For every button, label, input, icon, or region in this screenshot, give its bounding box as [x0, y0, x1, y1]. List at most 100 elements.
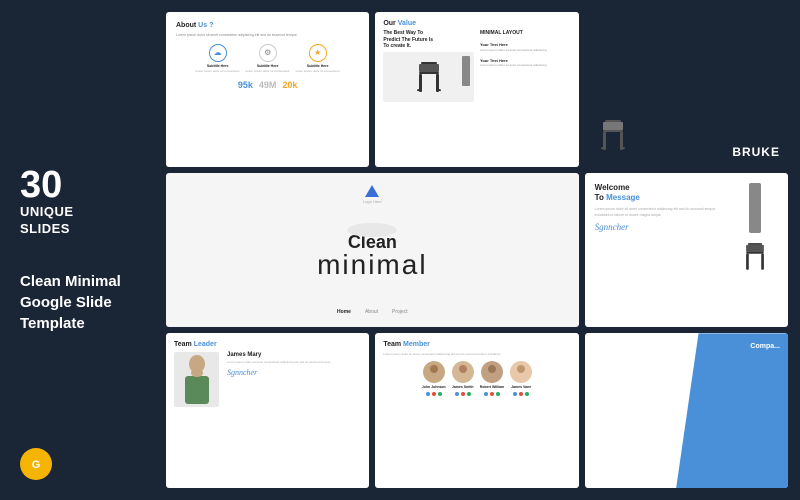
chair-image	[383, 52, 474, 102]
slide-count-block: 30 UNIQUE SLIDES	[20, 166, 145, 238]
member2-svg	[452, 361, 474, 383]
logo-here-text: Logo Here	[363, 199, 382, 204]
welcome-text-section: WelcomeTo Message Lorem ipsum dolor sit …	[595, 183, 727, 276]
about-title: About Us ?	[176, 22, 359, 29]
value-para-2: Lorem ipsum dolor sit amet consectetur a…	[480, 63, 547, 67]
minimal-label: MINIMAL LAYOUT	[480, 30, 571, 36]
slide-clean-minimal[interactable]: Logo Here Clean minimal Home About Proje…	[166, 173, 579, 328]
nav-about[interactable]: About	[365, 309, 378, 315]
icon-label-1: Subtitle Here	[207, 64, 229, 68]
slide-company[interactable]: Compa...	[585, 333, 788, 488]
welcome-title-highlight: Message	[606, 193, 640, 202]
google-g-logo: G	[27, 455, 45, 473]
team-leader-title: Team Leader	[174, 341, 361, 348]
member-name-2: James Smith	[452, 385, 474, 389]
clean-title-area: Clean minimal	[317, 233, 427, 279]
stat-3: 20k	[282, 80, 297, 90]
team-member-highlight: Member	[403, 341, 430, 348]
icon-desc-2: lorem ipsum dolor sit consectetur	[246, 70, 290, 74]
social-icon-fb2	[455, 392, 459, 396]
value-text-1: Your Text Here Lorem ipsum dolor sit ame…	[480, 42, 571, 52]
slide-about[interactable]: About Us ? Lorem ipsum dolor sit amet co…	[166, 12, 369, 167]
welcome-desc: Lorem ipsum dolor sit amet consectetur a…	[595, 207, 727, 218]
slide-welcome[interactable]: WelcomeTo Message Lorem ipsum dolor sit …	[585, 173, 788, 328]
template-title-text: Clean MinimalGoogle SlideTemplate	[20, 271, 145, 334]
welcome-content: WelcomeTo Message Lorem ipsum dolor sit …	[595, 183, 778, 276]
about-icon-2: ⚙ Subtitle Here lorem ipsum dolor sit co…	[246, 44, 290, 74]
google-slides-icon[interactable]: G	[20, 448, 52, 480]
social-icon-yt	[432, 392, 436, 396]
slide-label-line1: UNIQUE	[20, 204, 145, 221]
team-member-title: Team Member	[383, 341, 570, 348]
member-item-4: James Vane	[510, 361, 532, 396]
welcome-title: WelcomeTo Message	[595, 183, 727, 204]
welcome-chair-svg	[736, 236, 774, 276]
about-icons-row: ☁ Subtitle Here lorem ipsum dolor sit co…	[176, 44, 359, 74]
social-icon-wa2	[467, 392, 471, 396]
slide-number: 30	[20, 166, 145, 204]
about-icon-1: ☁ Subtitle Here lorem ipsum dolor sit co…	[196, 44, 240, 74]
value-para-1: Lorem ipsum dolor sit amet consectetur a…	[480, 48, 547, 52]
slide-label-line2: SLIDES	[20, 221, 145, 238]
left-panel: 30 UNIQUE SLIDES Clean MinimalGoogle Sli…	[0, 0, 160, 500]
clean-navigation: Home About Project	[337, 309, 408, 315]
social-icon-fb3	[484, 392, 488, 396]
minimal-word: minimal	[317, 251, 427, 279]
slide-team-leader[interactable]: Team Leader James Mary Lorem ipsum dolor…	[166, 333, 369, 488]
oval-decoration	[347, 223, 397, 237]
company-blue-strip	[676, 333, 788, 488]
member-name-3: Robert William	[480, 385, 504, 389]
leader-name: James Mary	[227, 352, 361, 358]
leader-info: James Mary Lorem ipsum dolor sit amet co…	[227, 352, 361, 377]
social-icon-fb4	[513, 392, 517, 396]
value-right-section: MINIMAL LAYOUT Your Text Here Lorem ipsu…	[480, 30, 571, 102]
team-member-desc: Lorem ipsum dolor sit amet consectetur a…	[383, 352, 570, 356]
main-page: 30 UNIQUE SLIDES Clean MinimalGoogle Sli…	[0, 0, 800, 500]
welcome-chair-section	[733, 183, 778, 276]
about-subtitle: Lorem ipsum dolor sit amet consectetur a…	[176, 33, 359, 38]
social-icon-yt3	[490, 392, 494, 396]
bruke-brand-name: BRUKE	[732, 145, 780, 159]
value-image-section: The Best Way ToPredict The Future IsTo c…	[383, 30, 474, 102]
value-bold-1: Your Text Here	[480, 42, 508, 47]
member-item-2: James Smith	[452, 361, 474, 396]
icon-desc-3: lorem ipsum dolor sit consectetur	[296, 70, 340, 74]
member-name-1: John Johnson	[422, 385, 446, 389]
slide-team-member[interactable]: Team Member Lorem ipsum dolor sit amet c…	[375, 333, 578, 488]
team-leader-highlight: Leader	[194, 341, 217, 348]
member-item-3: Robert William	[480, 361, 504, 396]
icon-label-2: Subtitle Here	[257, 64, 279, 68]
member-name-4: James Vane	[511, 385, 531, 389]
social-icon-yt2	[461, 392, 465, 396]
social-icon-wa4	[525, 392, 529, 396]
members-row: John Johnson James	[383, 361, 570, 396]
member-social-2	[455, 392, 471, 396]
value-vase	[462, 56, 470, 86]
value-title-highlight: Value	[398, 20, 416, 27]
member-avatar-3	[481, 361, 503, 383]
svg-text:G: G	[32, 459, 41, 471]
team-leader-content: James Mary Lorem ipsum dolor sit amet co…	[174, 352, 361, 407]
logo-triangle-icon	[365, 185, 379, 197]
value-bold-2: Your Text Here	[480, 58, 508, 63]
clean-logo-area: Logo Here	[363, 185, 382, 204]
value-text-2: Your Text Here Lorem ipsum dolor sit ame…	[480, 58, 571, 68]
nav-project[interactable]: Project	[392, 309, 408, 315]
value-content: The Best Way ToPredict The Future IsTo c…	[383, 30, 570, 102]
icon-gear: ⚙	[259, 44, 277, 62]
about-icon-3: ★ Subtitle Here lorem ipsum dolor sit co…	[296, 44, 340, 74]
stat-2: 49M	[259, 80, 277, 90]
value-title: Our Value	[383, 20, 570, 27]
slides-grid: About Us ? Lorem ipsum dolor sit amet co…	[160, 0, 800, 500]
leader-person-svg	[177, 354, 217, 406]
member-avatar-1	[423, 361, 445, 383]
member-avatar-4	[510, 361, 532, 383]
slide-bruke[interactable]: BRUKE	[585, 12, 788, 167]
member3-svg	[481, 361, 503, 383]
slide-our-value[interactable]: Our Value The Best Way ToPredict The Fut…	[375, 12, 578, 167]
nav-home[interactable]: Home	[337, 309, 351, 315]
icon-cloud: ☁	[209, 44, 227, 62]
value-tagline: The Best Way ToPredict The Future IsTo c…	[383, 30, 474, 50]
icon-desc-1: lorem ipsum dolor sit consectetur	[196, 70, 240, 74]
member1-svg	[423, 361, 445, 383]
